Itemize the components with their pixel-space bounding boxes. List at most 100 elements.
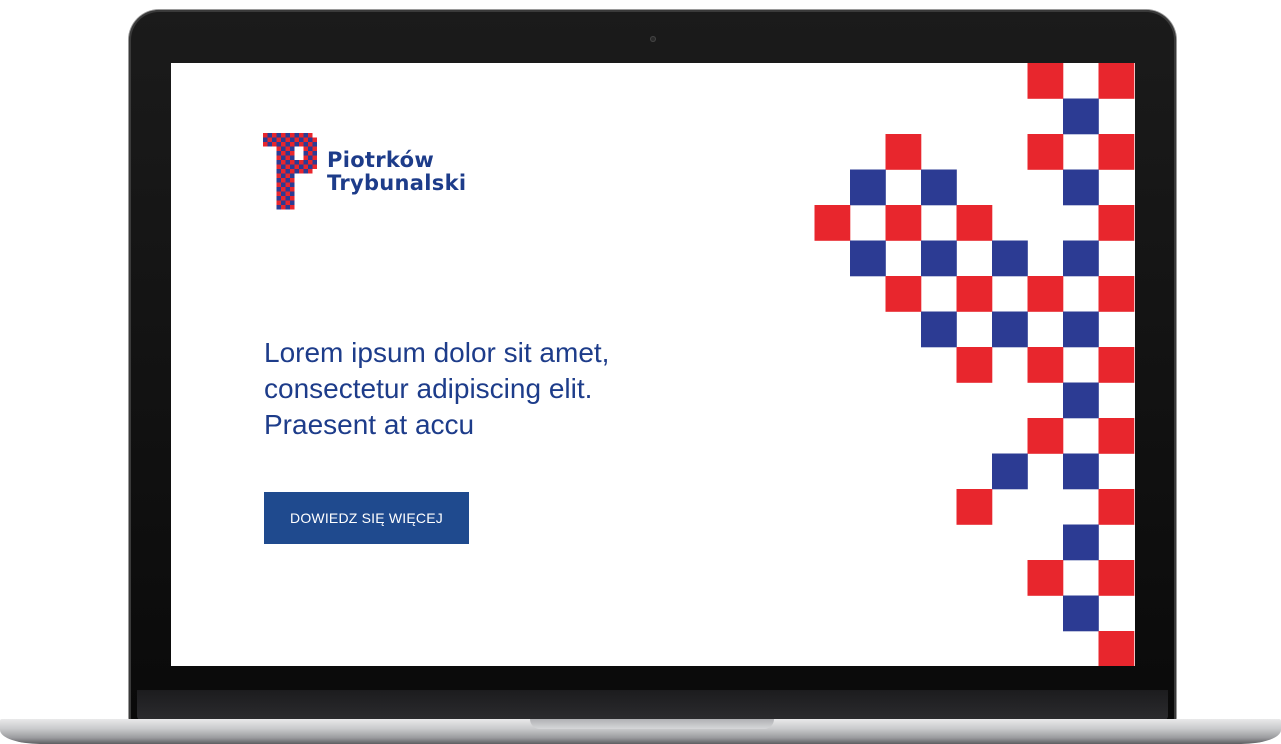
logo-square (285, 205, 290, 210)
logo-square (303, 137, 308, 142)
logo-square (290, 191, 295, 196)
logo-square (276, 187, 281, 192)
logo-square (276, 200, 281, 205)
logo-square (285, 191, 290, 196)
logo-square (281, 205, 286, 210)
logo-square (281, 173, 286, 178)
pattern-square (921, 169, 957, 206)
logo-square (285, 160, 290, 165)
logo-square (285, 178, 290, 183)
logo-square (285, 169, 290, 174)
logo-square (285, 146, 290, 151)
checkered-p-logo-icon (263, 133, 317, 210)
logo-square (272, 133, 277, 138)
logo-square (294, 164, 299, 169)
logo-square (281, 137, 286, 142)
logo-square (281, 155, 286, 160)
pattern-square (921, 240, 957, 277)
logo-square (303, 146, 308, 151)
logo-square (294, 142, 299, 147)
logo-square (308, 137, 313, 142)
logo-square (299, 137, 304, 142)
logo-square (281, 187, 286, 192)
website-hero-screen: Piotrków Trybunalski Lorem ipsum dolor s… (171, 63, 1135, 666)
logo-square (285, 133, 290, 138)
pattern-square (992, 240, 1028, 277)
logo-square (285, 200, 290, 205)
laptop-bezel-chin (137, 690, 1168, 720)
pattern-square (1063, 595, 1099, 632)
logo-square (308, 160, 313, 165)
pattern-square (1027, 418, 1064, 454)
logo-square (290, 169, 295, 174)
logo-square (281, 191, 286, 196)
laptop-mockup: Piotrków Trybunalski Lorem ipsum dolor s… (0, 0, 1281, 744)
logo-square (285, 137, 290, 142)
pattern-square (1027, 276, 1064, 312)
pattern-square (885, 205, 922, 241)
logo-square (299, 169, 304, 174)
brand-name-line2: Trybunalski (327, 171, 467, 195)
pattern-square (956, 347, 993, 383)
logo-square (308, 146, 313, 151)
logo-square (290, 146, 295, 151)
logo-square (290, 178, 295, 183)
logo-square (276, 173, 281, 178)
logo-square (312, 146, 317, 151)
logo-square (281, 182, 286, 187)
logo-square (294, 133, 299, 138)
pattern-square (1098, 205, 1135, 241)
logo-square (303, 169, 308, 174)
pattern-square (1063, 524, 1099, 561)
logo-square (281, 142, 286, 147)
pattern-square (1063, 453, 1099, 490)
logo-square (303, 142, 308, 147)
logo-square (276, 182, 281, 187)
logo-square (285, 151, 290, 156)
laptop-opening-notch (530, 719, 774, 729)
pattern-square (956, 489, 993, 525)
pattern-square (1063, 98, 1099, 135)
pattern-square (1098, 560, 1135, 596)
logo-square (308, 133, 313, 138)
logo-square (290, 151, 295, 156)
logo-square (303, 160, 308, 165)
laptop-base (0, 719, 1281, 744)
logo-square (272, 137, 277, 142)
logo-square (290, 142, 295, 147)
pattern-square (921, 311, 957, 348)
pattern-square (1098, 347, 1135, 383)
pattern-square (992, 453, 1028, 490)
logo-square (303, 133, 308, 138)
logo-square (285, 196, 290, 201)
logo-square (267, 133, 272, 138)
logo-square (312, 151, 317, 156)
logo-square (263, 142, 268, 147)
logo-square (312, 142, 317, 147)
brand-logo[interactable]: Piotrków Trybunalski (263, 133, 466, 211)
logo-square (285, 173, 290, 178)
logo-square (290, 187, 295, 192)
pattern-square (1063, 382, 1099, 419)
learn-more-button[interactable]: DOWIEDZ SIĘ WIĘCEJ (264, 492, 469, 544)
logo-square (276, 160, 281, 165)
logo-square (308, 164, 313, 169)
logo-square (312, 164, 317, 169)
pattern-square (1027, 63, 1064, 99)
logo-square (290, 205, 295, 210)
pattern-square (814, 205, 851, 241)
logo-square (308, 151, 313, 156)
logo-square (290, 133, 295, 138)
logo-square (281, 160, 286, 165)
logo-square (294, 137, 299, 142)
pattern-square (1063, 311, 1099, 348)
logo-square (276, 146, 281, 151)
hero-headline-line: consectetur adipiscing elit. (264, 373, 593, 404)
brand-name: Piotrków Trybunalski (327, 149, 466, 195)
logo-square (299, 160, 304, 165)
logo-square (276, 178, 281, 183)
logo-square (276, 133, 281, 138)
logo-square (299, 164, 304, 169)
logo-square (263, 133, 268, 138)
pattern-square (956, 205, 993, 241)
